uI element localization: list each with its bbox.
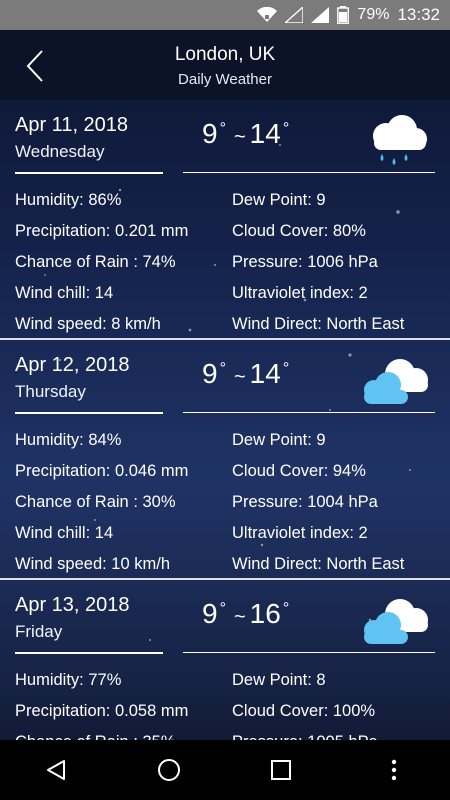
temperature-range: 9 ° ~16 ° — [202, 598, 293, 630]
system-nav-bar — [0, 740, 450, 800]
nav-back-button[interactable] — [36, 750, 76, 790]
nav-home-button[interactable] — [149, 750, 189, 790]
wind-speed: Wind speed: 8 km/h — [15, 315, 161, 333]
stats-right-column: Dew Point: 8 Cloud Cover: 100% Pressure:… — [232, 665, 378, 740]
cloud-cover: Cloud Cover: 80% — [232, 222, 366, 240]
divider — [15, 652, 163, 654]
wind-chill: Wind chill: 14 — [15, 524, 114, 542]
day-weekday: Friday — [15, 622, 63, 641]
cloud-cover: Cloud Cover: 94% — [232, 462, 366, 480]
signal-icon — [311, 7, 330, 23]
day-card: Apr 13, 2018 Friday 9 ° ~16 ° Humidity: 77%… — [0, 580, 450, 740]
temperature-range: 9 ° ~14 ° — [202, 358, 293, 390]
temp-min: 9 — [202, 358, 218, 389]
back-triangle-icon — [47, 760, 66, 780]
stats-left-column: Humidity: 84% Precipitation: 0.046 mm Ch… — [15, 425, 188, 580]
uv-index: Ultraviolet index: 2 — [232, 524, 368, 542]
degree-symbol: ° — [219, 600, 226, 617]
degree-symbol: ° — [282, 360, 290, 377]
precipitation: Precipitation: 0.046 mm — [15, 462, 189, 480]
day-weekday: Thursday — [15, 382, 86, 401]
temp-max: 14 — [249, 118, 281, 149]
battery-percent: 79% — [357, 6, 390, 23]
divider — [183, 412, 435, 413]
nav-more-button[interactable] — [374, 750, 414, 790]
temp-max: 16 — [249, 598, 281, 629]
humidity: Humidity: 84% — [15, 431, 122, 449]
status-bar: 79% 13:32 — [0, 0, 450, 30]
precipitation: Precipitation: 0.201 mm — [15, 222, 189, 240]
recents-square-icon — [271, 760, 292, 780]
uv-index: Ultraviolet index: 2 — [232, 284, 368, 302]
degree-symbol: ° — [219, 120, 226, 137]
wind-direction: Wind Direct: North East — [232, 315, 405, 333]
divider — [15, 412, 163, 414]
wifi-icon — [257, 7, 278, 23]
dew-point: Dew Point: 9 — [232, 431, 326, 449]
chance-of-rain: Chance of Rain : 30% — [15, 493, 176, 511]
pressure: Pressure: 1006 hPa — [232, 253, 378, 271]
divider — [183, 172, 435, 173]
day-card: Apr 11, 2018 Wednesday 9 ° ~14 ° Humidity: … — [0, 100, 450, 340]
battery-icon — [337, 6, 350, 24]
tilde-separator: ~ — [233, 366, 246, 388]
daily-forecast-list[interactable]: Apr 11, 2018 Wednesday 9 ° ~14 ° Humidity: … — [0, 100, 450, 740]
wind-direction: Wind Direct: North East — [232, 555, 405, 573]
more-dots-icon — [391, 759, 396, 781]
home-circle-icon — [157, 759, 180, 781]
cloud-cover: Cloud Cover: 100% — [232, 702, 376, 720]
wind-speed: Wind speed: 10 km/h — [15, 555, 170, 573]
day-card: Apr 12, 2018 Thursday 9 ° ~14 ° Humidity: 8… — [0, 340, 450, 580]
cloudy-icon — [364, 359, 428, 404]
tilde-separator: ~ — [233, 126, 246, 148]
humidity: Humidity: 77% — [15, 671, 122, 689]
cloudy-icon — [364, 599, 428, 644]
signal-icon — [285, 7, 304, 23]
dew-point: Dew Point: 8 — [232, 671, 326, 689]
stats-right-column: Dew Point: 9 Cloud Cover: 94% Pressure: … — [232, 425, 404, 580]
nav-recents-button[interactable] — [261, 750, 301, 790]
humidity: Humidity: 86% — [15, 191, 122, 209]
degree-symbol: ° — [282, 600, 290, 617]
temp-min: 9 — [202, 598, 218, 629]
divider — [15, 172, 163, 174]
dew-point: Dew Point: 9 — [232, 191, 326, 209]
day-date: Apr 13, 2018 — [15, 594, 130, 616]
pressure: Pressure: 1004 hPa — [232, 493, 378, 511]
clock-time: 13:32 — [397, 5, 440, 24]
day-weekday: Wednesday — [15, 142, 105, 161]
temp-min: 9 — [202, 118, 218, 149]
degree-symbol: ° — [282, 120, 290, 137]
temp-max: 14 — [249, 358, 281, 389]
tilde-separator: ~ — [233, 606, 246, 628]
location-title: London, UK — [174, 44, 276, 65]
wind-chill: Wind chill: 14 — [15, 284, 114, 302]
rain-cloud-icon — [373, 115, 427, 165]
stats-left-column: Humidity: 77% Precipitation: 0.058 mm Ch… — [15, 665, 188, 740]
chance-of-rain: Chance of Rain : 35% — [15, 727, 188, 740]
page-subtitle: Daily Weather — [178, 71, 272, 88]
app-header: London, UK Daily Weather — [0, 30, 450, 100]
stats-right-column: Dew Point: 9 Cloud Cover: 80% Pressure: … — [232, 185, 404, 340]
day-date: Apr 12, 2018 — [15, 354, 130, 376]
chance-of-rain: Chance of Rain : 74% — [15, 253, 176, 271]
temperature-range: 9 ° ~14 ° — [202, 118, 293, 150]
stats-left-column: Humidity: 86% Precipitation: 0.201 mm Ch… — [15, 185, 188, 340]
pressure: Pressure: 1005 hPa — [232, 727, 378, 740]
degree-symbol: ° — [219, 360, 226, 377]
divider — [183, 652, 435, 653]
precipitation: Precipitation: 0.058 mm — [15, 702, 189, 720]
day-date: Apr 11, 2018 — [15, 114, 129, 136]
